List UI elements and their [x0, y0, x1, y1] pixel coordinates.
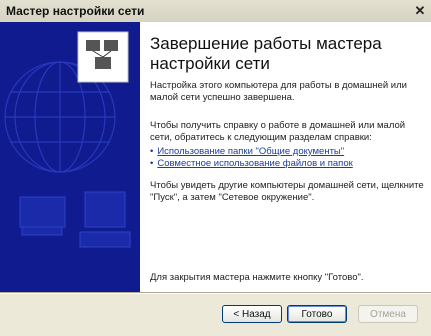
back-button[interactable]: < Назад	[222, 305, 282, 323]
status-text: Настройка этого компьютера для работы в …	[150, 80, 407, 103]
help-link-shared-docs[interactable]: • Использование папки "Общие документы"	[150, 146, 425, 158]
close-icon[interactable]: ✕	[411, 2, 429, 20]
page-title: Завершение работы мастера настройки сети	[150, 34, 382, 73]
help-link-label[interactable]: Использование папки "Общие документы"	[157, 146, 344, 157]
title-bar[interactable]: Мастер настройки сети ✕	[0, 0, 431, 23]
bullet-icon: •	[150, 158, 154, 169]
close-instruction-text: Для закрытия мастера нажмите кнопку "Гот…	[150, 272, 364, 283]
help-link-file-sharing[interactable]: • Совместное использование файлов и папок	[150, 158, 425, 170]
wizard-sidebar-art	[0, 22, 140, 292]
wizard-content: Завершение работы мастера настройки сети…	[140, 22, 431, 292]
help-link-label[interactable]: Совместное использование файлов и папок	[157, 158, 352, 169]
bullet-icon: •	[150, 146, 154, 157]
network-icon	[77, 31, 129, 83]
network-places-text: Чтобы увидеть другие компьютеры домашней…	[150, 180, 424, 203]
network-illustration	[4, 31, 131, 248]
cancel-button[interactable]: Отмена	[358, 305, 418, 323]
divider-highlight	[0, 293, 431, 294]
window-title: Мастер настройки сети	[6, 4, 145, 18]
finish-button[interactable]: Готово	[287, 305, 347, 323]
help-intro-text: Чтобы получить справку о работе в домашн…	[150, 120, 406, 143]
wizard-window: Мастер настройки сети ✕ Завершение работ…	[0, 0, 431, 336]
